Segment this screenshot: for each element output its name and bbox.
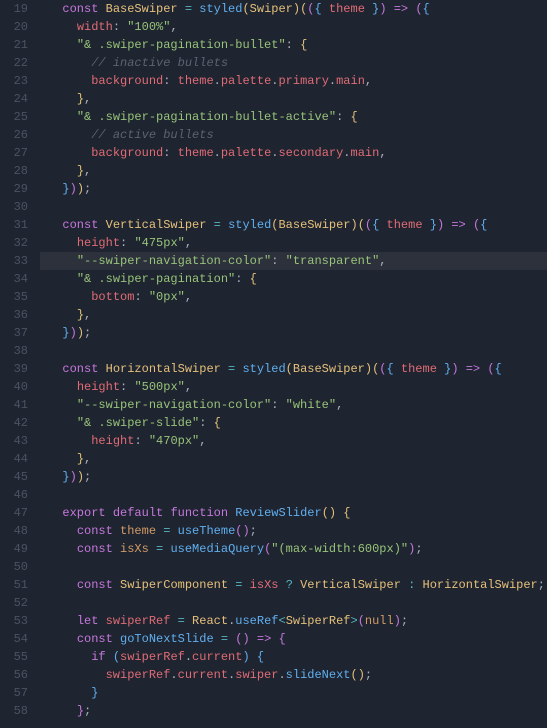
line-number-gutter: 1920212223242526272829303132333435363738… xyxy=(0,0,40,728)
line-number: 37 xyxy=(0,324,28,342)
line-number: 31 xyxy=(0,216,28,234)
code-line[interactable]: "--swiper-navigation-color": "transparen… xyxy=(40,252,547,270)
line-number: 42 xyxy=(0,414,28,432)
line-number: 21 xyxy=(0,36,28,54)
code-line[interactable]: })); xyxy=(40,180,547,198)
code-line[interactable]: }, xyxy=(40,450,547,468)
code-line[interactable]: height: "500px", xyxy=(40,378,547,396)
line-number: 33 xyxy=(0,252,28,270)
line-number: 23 xyxy=(0,72,28,90)
code-line[interactable]: "& .swiper-slide": { xyxy=(40,414,547,432)
line-number: 54 xyxy=(0,630,28,648)
line-number: 57 xyxy=(0,684,28,702)
line-number: 41 xyxy=(0,396,28,414)
code-line[interactable]: }, xyxy=(40,306,547,324)
line-number: 25 xyxy=(0,108,28,126)
code-line[interactable]: background: theme.palette.secondary.main… xyxy=(40,144,547,162)
line-number: 26 xyxy=(0,126,28,144)
code-line[interactable]: bottom: "0px", xyxy=(40,288,547,306)
code-line[interactable]: const theme = useTheme(); xyxy=(40,522,547,540)
line-number: 32 xyxy=(0,234,28,252)
code-line[interactable] xyxy=(40,594,547,612)
code-line[interactable]: const SwiperComponent = isXs ? VerticalS… xyxy=(40,576,547,594)
code-line[interactable] xyxy=(40,342,547,360)
line-number: 49 xyxy=(0,540,28,558)
code-line[interactable]: }; xyxy=(40,702,547,720)
code-line[interactable]: } xyxy=(40,684,547,702)
code-line[interactable]: height: "475px", xyxy=(40,234,547,252)
line-number: 28 xyxy=(0,162,28,180)
line-number: 30 xyxy=(0,198,28,216)
code-line[interactable]: "& .swiper-pagination-bullet": { xyxy=(40,36,547,54)
line-number: 36 xyxy=(0,306,28,324)
code-line[interactable]: if (swiperRef.current) { xyxy=(40,648,547,666)
line-number: 47 xyxy=(0,504,28,522)
line-number: 20 xyxy=(0,18,28,36)
line-number: 44 xyxy=(0,450,28,468)
line-number: 48 xyxy=(0,522,28,540)
line-number: 51 xyxy=(0,576,28,594)
code-line[interactable]: export default function ReviewSlider() { xyxy=(40,504,547,522)
code-line[interactable]: const HorizontalSwiper = styled(BaseSwip… xyxy=(40,360,547,378)
line-number: 58 xyxy=(0,702,28,720)
line-number: 27 xyxy=(0,144,28,162)
code-line[interactable] xyxy=(40,486,547,504)
code-line[interactable]: const BaseSwiper = styled(Swiper)(({ the… xyxy=(40,0,547,18)
code-line[interactable]: background: theme.palette.primary.main, xyxy=(40,72,547,90)
code-line[interactable]: let swiperRef = React.useRef<SwiperRef>(… xyxy=(40,612,547,630)
line-number: 53 xyxy=(0,612,28,630)
code-line[interactable]: })); xyxy=(40,468,547,486)
line-number: 38 xyxy=(0,342,28,360)
code-line[interactable]: "--swiper-navigation-color": "white", xyxy=(40,396,547,414)
line-number: 35 xyxy=(0,288,28,306)
line-number: 22 xyxy=(0,54,28,72)
line-number: 52 xyxy=(0,594,28,612)
code-line[interactable]: const isXs = useMediaQuery("(max-width:6… xyxy=(40,540,547,558)
line-number: 46 xyxy=(0,486,28,504)
code-line[interactable]: height: "470px", xyxy=(40,432,547,450)
line-number: 45 xyxy=(0,468,28,486)
code-line[interactable]: swiperRef.current.swiper.slideNext(); xyxy=(40,666,547,684)
line-number: 55 xyxy=(0,648,28,666)
code-line[interactable]: })); xyxy=(40,324,547,342)
code-line[interactable]: const goToNextSlide = () => { xyxy=(40,630,547,648)
line-number: 19 xyxy=(0,0,28,18)
line-number: 40 xyxy=(0,378,28,396)
code-line[interactable] xyxy=(40,558,547,576)
code-line[interactable]: width: "100%", xyxy=(40,18,547,36)
code-editor[interactable]: 1920212223242526272829303132333435363738… xyxy=(0,0,547,728)
code-line[interactable]: const VerticalSwiper = styled(BaseSwiper… xyxy=(40,216,547,234)
code-line[interactable] xyxy=(40,198,547,216)
code-line[interactable]: }, xyxy=(40,90,547,108)
line-number: 50 xyxy=(0,558,28,576)
line-number: 29 xyxy=(0,180,28,198)
line-number: 43 xyxy=(0,432,28,450)
line-number: 39 xyxy=(0,360,28,378)
code-line[interactable]: // active bullets xyxy=(40,126,547,144)
code-line[interactable]: // inactive bullets xyxy=(40,54,547,72)
code-line[interactable]: "& .swiper-pagination": { xyxy=(40,270,547,288)
line-number: 34 xyxy=(0,270,28,288)
line-number: 24 xyxy=(0,90,28,108)
code-line[interactable]: }, xyxy=(40,162,547,180)
code-line[interactable]: "& .swiper-pagination-bullet-active": { xyxy=(40,108,547,126)
line-number: 56 xyxy=(0,666,28,684)
code-content[interactable]: const BaseSwiper = styled(Swiper)(({ the… xyxy=(40,0,547,728)
